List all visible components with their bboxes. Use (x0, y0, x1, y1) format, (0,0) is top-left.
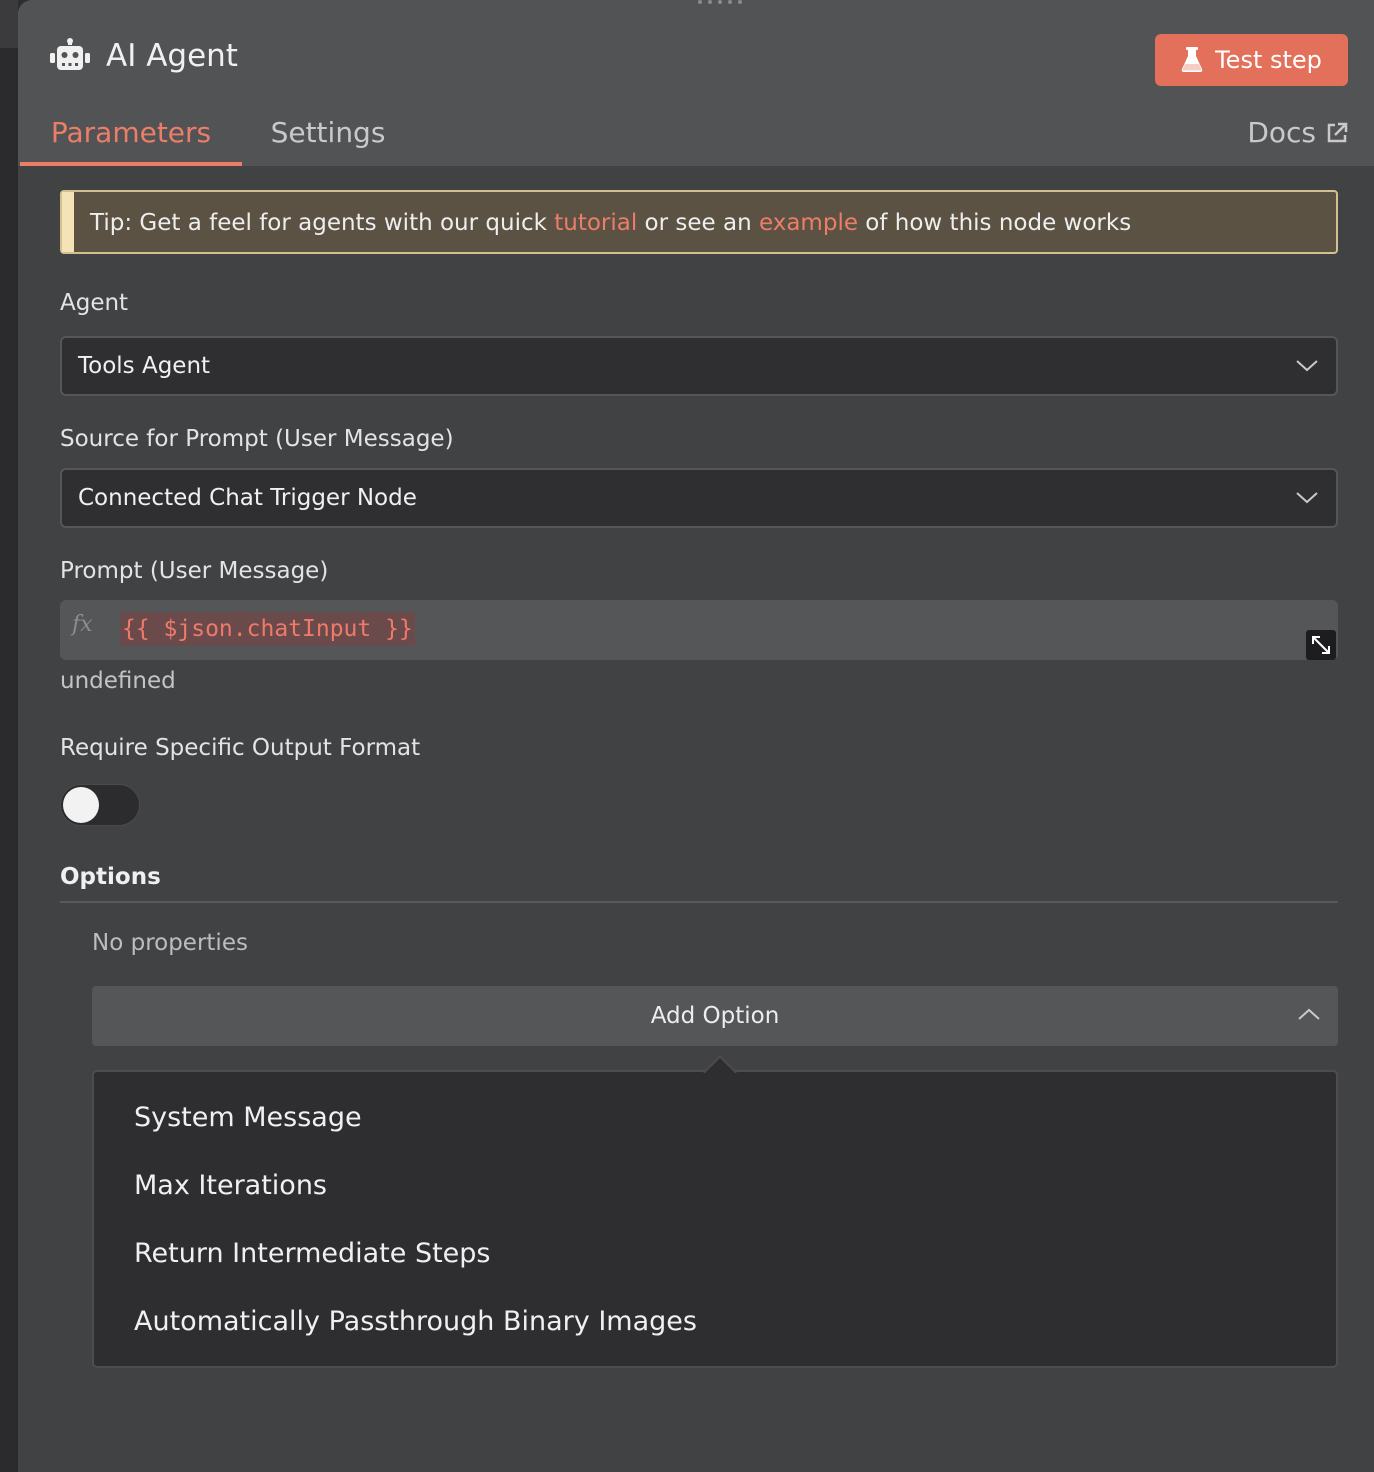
source-label: Source for Prompt (User Message) (60, 426, 454, 452)
test-step-label: Test step (1215, 46, 1322, 74)
node-title[interactable]: AI Agent (106, 38, 238, 74)
fx-icon: fx (72, 612, 93, 637)
agent-select[interactable]: Tools Agent (60, 336, 1338, 396)
menu-item-max-iterations[interactable]: Max Iterations (134, 1170, 327, 1201)
tab-settings[interactable]: Settings (258, 100, 398, 166)
example-link[interactable]: example (759, 210, 858, 236)
agent-select-value: Tools Agent (78, 353, 211, 379)
agent-label: Agent (60, 290, 129, 316)
node-title-group: AI Agent (50, 38, 238, 74)
canvas-background (0, 0, 18, 1472)
add-option-button[interactable]: Add Option (92, 986, 1338, 1046)
chevron-down-icon (1296, 492, 1318, 504)
menu-item-system-message[interactable]: System Message (134, 1102, 362, 1133)
node-details-panel: AI Agent Test step Parameters Settings D… (18, 0, 1374, 1472)
tab-parameters[interactable]: Parameters (20, 100, 242, 166)
output-format-toggle[interactable] (60, 784, 140, 826)
expand-icon (1312, 636, 1330, 654)
chevron-down-icon (1296, 360, 1318, 372)
source-select-value: Connected Chat Trigger Node (78, 485, 417, 511)
add-option-label: Add Option (650, 1003, 780, 1029)
options-heading: Options (60, 864, 161, 890)
tip-callout: Tip: Get a feel for agents with our quic… (60, 190, 1338, 254)
canvas-element (0, 0, 18, 48)
add-option-menu: System Message Max Iterations Return Int… (92, 1055, 1338, 1368)
output-format-label: Require Specific Output Format (60, 735, 421, 761)
drag-handle[interactable] (690, 0, 750, 6)
tip-prefix: Tip: Get a feel for agents with our quic… (90, 210, 555, 236)
tutorial-link[interactable]: tutorial (554, 210, 637, 236)
external-link-icon (1327, 122, 1348, 143)
chevron-up-icon (1298, 1008, 1320, 1020)
menu-pointer (703, 1055, 737, 1089)
prompt-label: Prompt (User Message) (60, 558, 329, 584)
tip-suffix: of how this node works (857, 210, 1132, 236)
no-properties-text: No properties (92, 930, 248, 956)
panel-header: AI Agent Test step Parameters Settings D… (18, 0, 1374, 166)
docs-link[interactable]: Docs (1247, 100, 1348, 166)
prompt-expression-input[interactable]: fx {{ $json.chatInput }} (60, 600, 1338, 660)
docs-label: Docs (1247, 116, 1316, 149)
toggle-knob (63, 787, 99, 823)
options-divider (60, 901, 1338, 903)
menu-item-return-intermediate-steps[interactable]: Return Intermediate Steps (134, 1238, 491, 1269)
tip-accent-bar (62, 192, 74, 252)
tip-middle: or see an (637, 210, 759, 236)
tab-bar: Parameters Settings Docs (18, 100, 1374, 166)
prompt-expression[interactable]: {{ $json.chatInput }} (120, 612, 415, 646)
source-select[interactable]: Connected Chat Trigger Node (60, 468, 1338, 528)
test-step-button[interactable]: Test step (1155, 34, 1348, 86)
prompt-result-hint: undefined (60, 668, 176, 694)
robot-icon (50, 38, 90, 70)
expand-editor-button[interactable] (1306, 630, 1336, 660)
menu-item-passthrough-binary-images[interactable]: Automatically Passthrough Binary Images (134, 1306, 697, 1337)
flask-icon (1181, 47, 1203, 72)
tip-text: Tip: Get a feel for agents with our quic… (90, 192, 1131, 254)
